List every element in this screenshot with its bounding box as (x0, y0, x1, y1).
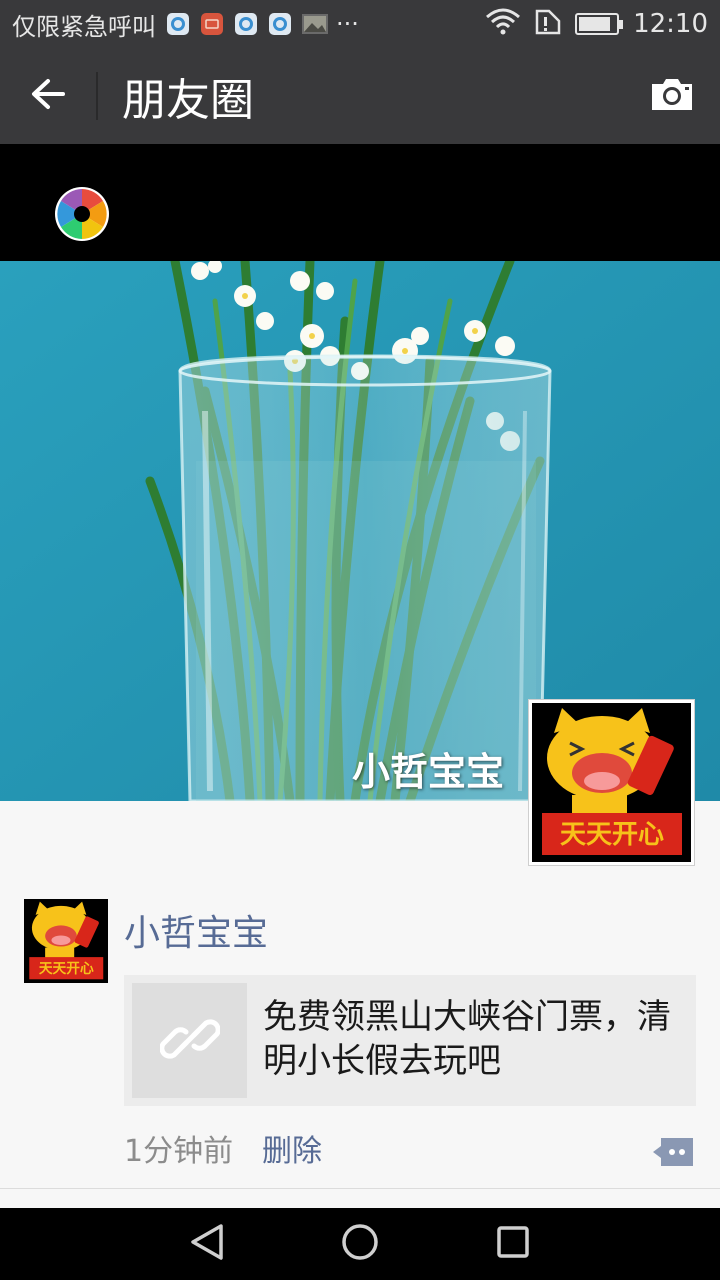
android-nav-bar (0, 1208, 720, 1280)
notif-mail-icon (200, 12, 224, 36)
recents-square-icon (495, 1224, 531, 1264)
logo-text: 天天开心 (560, 820, 664, 850)
delete-button[interactable]: 删除 (262, 1126, 322, 1170)
cat-avatar-image: 天天开心 (24, 899, 108, 983)
back-arrow-icon (30, 78, 66, 114)
shared-link-card[interactable]: 免费领黑山大峡谷门票，清明小长假去玩吧 (124, 975, 696, 1106)
camera-icon (649, 76, 695, 116)
notif-browser-icon (268, 12, 292, 36)
back-button[interactable] (0, 48, 96, 144)
cat-avatar-image: 天天开心 (532, 703, 691, 862)
nav-home-button[interactable] (324, 1208, 396, 1280)
link-thumbnail (132, 983, 247, 1098)
comment-dots-icon (651, 1138, 695, 1172)
svg-text:天天开心: 天天开心 (39, 961, 94, 977)
title-bar: 朋友圈 (0, 48, 720, 144)
status-left: 仅限紧急呼叫 ··· (12, 7, 359, 42)
post-author-avatar[interactable]: 天天开心 (24, 899, 108, 983)
moments-screen: 仅限紧急呼叫 ··· 12:10 朋友圈 小哲宝宝 天天开心 天天开心 小哲宝宝… (0, 0, 720, 1280)
back-triangle-icon (189, 1222, 225, 1266)
notif-browser-icon (166, 12, 190, 36)
status-bar: 仅限紧急呼叫 ··· 12:10 (0, 0, 720, 48)
nav-recents-button[interactable] (477, 1208, 549, 1280)
notification-icons: ··· (166, 10, 359, 38)
clock: 12:10 (633, 9, 708, 39)
status-right: 12:10 (485, 7, 708, 42)
sim-icon (535, 7, 561, 42)
more-notifications: ··· (336, 10, 359, 38)
battery-level (579, 17, 611, 31)
moment-post: 天天开心 小哲宝宝 免费领黑山大峡谷门票，清明小长假去玩吧 1分钟前 删除 (0, 880, 720, 1189)
post-timestamp: 1分钟前 (124, 1134, 234, 1169)
home-circle-icon (340, 1222, 380, 1266)
title-divider (96, 72, 98, 120)
battery-icon (575, 13, 624, 35)
notif-browser-icon (234, 12, 258, 36)
cover-top-band (0, 144, 720, 261)
aperture-icon (54, 186, 110, 242)
page-title: 朋友圈 (122, 75, 254, 126)
post-author-name[interactable]: 小哲宝宝 (124, 904, 268, 956)
camera-button[interactable] (624, 48, 720, 144)
wifi-icon (485, 7, 521, 42)
post-divider (0, 1188, 720, 1189)
comment-button[interactable] (651, 1136, 695, 1168)
carrier-text: 仅限紧急呼叫 (12, 12, 156, 41)
cover-username: 小哲宝宝 (351, 750, 504, 794)
notif-photo-icon (302, 12, 328, 36)
link-icon (158, 1009, 221, 1073)
profile-avatar[interactable]: 天天开心 (528, 699, 695, 866)
link-title: 免费领黑山大峡谷门票，清明小长假去玩吧 (263, 997, 671, 1081)
nav-back-button[interactable] (171, 1208, 243, 1280)
